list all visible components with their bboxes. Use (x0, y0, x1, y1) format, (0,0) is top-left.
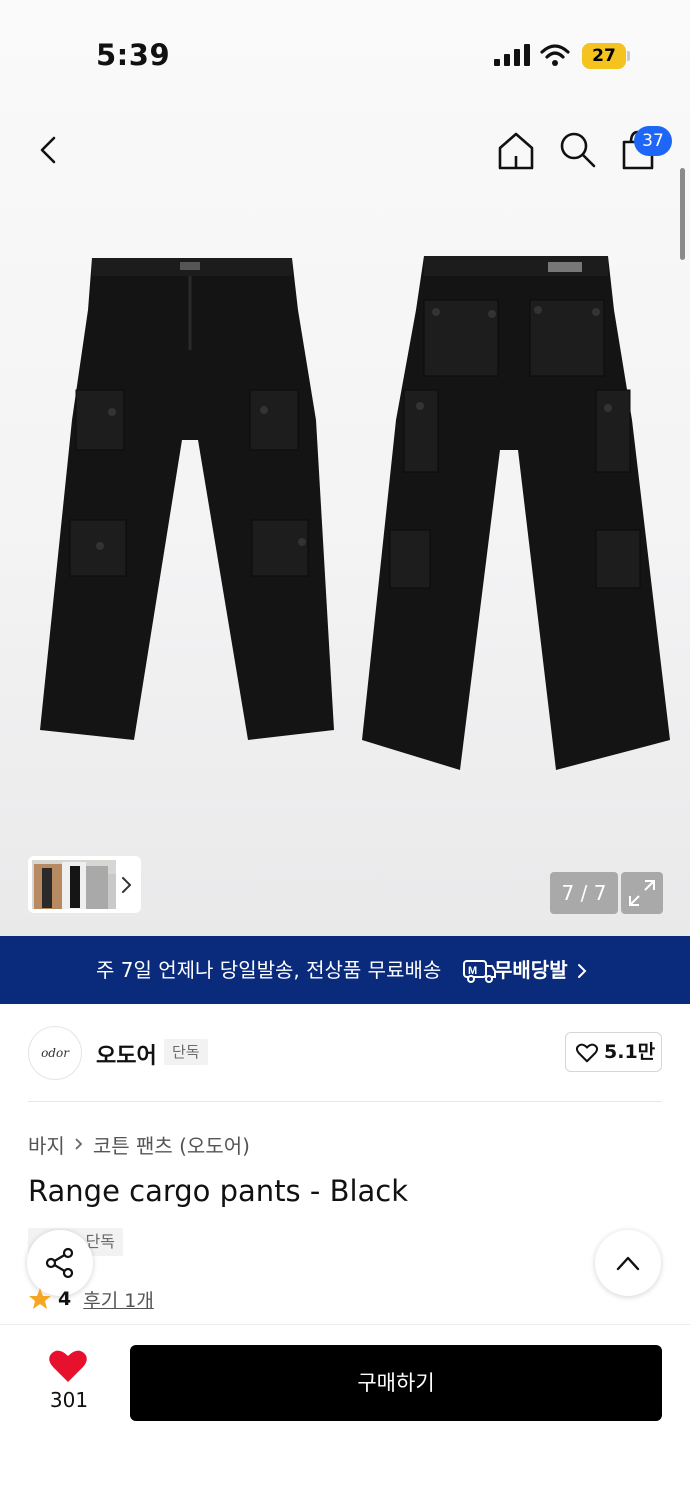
wifi-icon (540, 44, 570, 66)
cart-count-badge: 37 (634, 126, 672, 156)
status-time: 5:39 (96, 38, 171, 72)
chevron-up-icon (616, 1256, 640, 1271)
brand-exclusive-tag: 단독 (164, 1039, 208, 1065)
divider (0, 1324, 690, 1325)
back-arrow-icon[interactable] (28, 128, 72, 172)
promo-banner[interactable]: 주 7일 언제나 당일발송, 전상품 무료배송 M 무배당발 (0, 936, 690, 1004)
search-icon[interactable] (556, 128, 600, 172)
rating-score: 4 (58, 1288, 72, 1310)
battery-indicator: 27 (582, 43, 630, 69)
expand-button[interactable] (621, 872, 663, 914)
buy-button[interactable]: 구매하기 (130, 1345, 662, 1421)
review-link[interactable]: 후기 1개 (83, 1286, 154, 1313)
heart-filled-icon[interactable] (48, 1348, 88, 1384)
breadcrumb: 바지 코튼 팬츠 (오도어) (28, 1128, 250, 1160)
pants-front-image (40, 258, 334, 740)
divider (28, 1101, 662, 1102)
breadcrumb-category[interactable]: 바지 (28, 1130, 65, 1159)
brand-row[interactable]: odor 오도어 단독 5.1만 (0, 1004, 690, 1102)
promo-logo-text: 무배당발 (494, 958, 568, 982)
scroll-indicator (680, 168, 685, 260)
chevron-right-icon (578, 964, 587, 978)
brand-logo[interactable]: odor (28, 1026, 82, 1080)
share-icon (45, 1247, 74, 1279)
star-icon (29, 1288, 51, 1309)
promo-text: 주 7일 언제나 당일발송, 전상품 무료배송 (96, 958, 442, 982)
page-counter: 7 / 7 (550, 872, 618, 914)
svg-text:M: M (468, 965, 477, 977)
rating-row: 4 후기 1개 (28, 1285, 154, 1313)
pants-back-image (362, 256, 670, 770)
heart-outline-icon (576, 1043, 598, 1063)
status-bar: 5:39 27 (0, 0, 690, 110)
product-image-gallery[interactable]: 37 7 / 7 (0, 0, 690, 936)
product-like-count: 301 (49, 1388, 89, 1412)
chevron-right-icon (75, 1138, 83, 1150)
brand-like-button[interactable]: 5.1만 (565, 1032, 662, 1072)
thumbnail-image (32, 860, 116, 909)
chevron-right-icon[interactable] (118, 874, 136, 896)
brand-name[interactable]: 오도어 (96, 1038, 157, 1070)
breadcrumb-subcategory[interactable]: 코튼 팬츠 (오도어) (93, 1130, 250, 1159)
signal-icon (494, 44, 530, 66)
expand-icon (629, 880, 655, 906)
battery-level: 27 (592, 46, 616, 66)
product-title: Range cargo pants - Black (28, 1174, 409, 1208)
home-icon[interactable] (494, 128, 538, 172)
brand-like-count: 5.1만 (604, 1041, 656, 1063)
scroll-to-top-button[interactable] (595, 1230, 661, 1296)
